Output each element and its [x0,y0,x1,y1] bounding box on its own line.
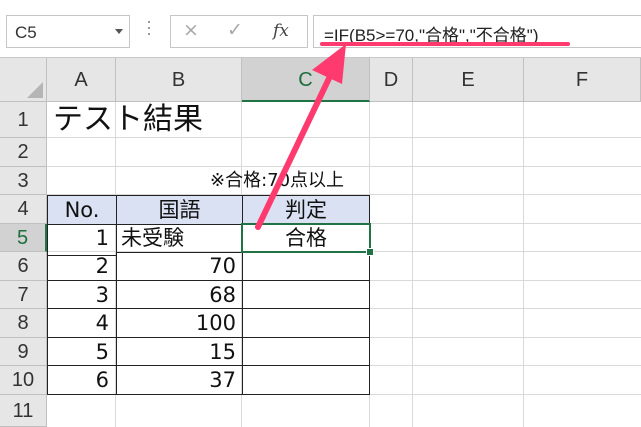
annotation-arrow [255,44,346,230]
arrow-shaft [255,67,336,230]
